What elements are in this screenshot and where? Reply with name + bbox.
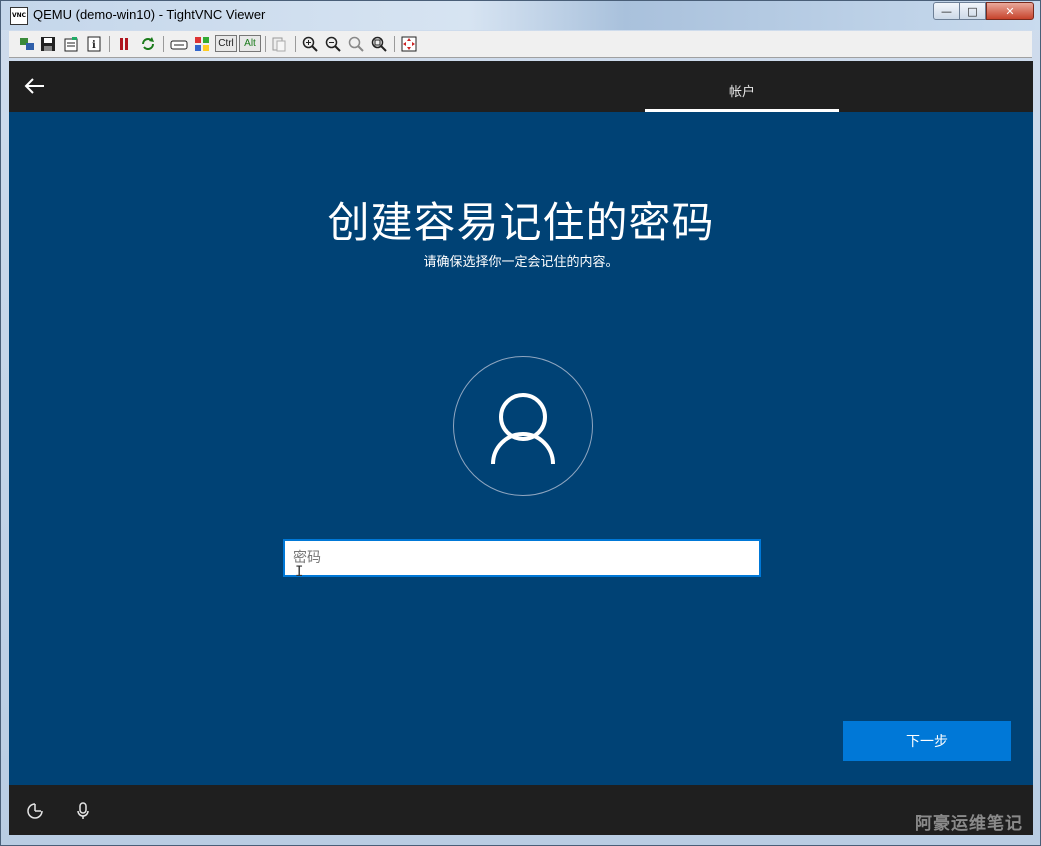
zoom-out-icon[interactable] bbox=[324, 35, 342, 53]
vnc-window: VNC QEMU (demo-win10) - TightVNC Viewer … bbox=[0, 0, 1041, 846]
maximize-button[interactable]: □ bbox=[959, 2, 986, 20]
pause-icon[interactable] bbox=[115, 35, 133, 53]
send-ctrl-esc-icon[interactable] bbox=[193, 35, 211, 53]
oobe-top-bar: 帐户 bbox=[9, 61, 1033, 112]
oobe-bottom-bar: 阿豪运维笔记 bbox=[9, 785, 1033, 835]
user-icon bbox=[491, 393, 555, 465]
minimize-button[interactable]: — bbox=[933, 2, 960, 20]
send-ctrl-alt-del-icon[interactable] bbox=[170, 35, 188, 53]
ease-of-access-icon[interactable] bbox=[25, 801, 45, 821]
password-field[interactable] bbox=[283, 539, 761, 577]
svg-text:i: i bbox=[92, 40, 96, 51]
vnc-toolbar: i Ctrl Alt bbox=[9, 31, 1032, 58]
close-button[interactable]: ✕ bbox=[986, 2, 1034, 20]
window-title: QEMU (demo-win10) - TightVNC Viewer bbox=[33, 7, 266, 22]
zoom-in-icon[interactable] bbox=[301, 35, 319, 53]
zoom-fit-icon[interactable] bbox=[370, 35, 388, 53]
info-icon[interactable]: i bbox=[85, 35, 103, 53]
remote-screen[interactable]: 帐户 创建容易记住的密码 请确保选择你一定会记住的内容。 I 下一步 阿豪运维笔… bbox=[9, 61, 1033, 835]
watermark-text: 阿豪运维笔记 bbox=[915, 814, 1023, 834]
text-cursor-icon: I bbox=[295, 564, 304, 580]
page-title: 创建容易记住的密码 bbox=[327, 198, 715, 247]
back-arrow-icon[interactable] bbox=[24, 77, 46, 95]
page-subtitle: 请确保选择你一定会记住的内容。 bbox=[423, 255, 619, 270]
options-icon[interactable] bbox=[62, 35, 80, 53]
tab-account: 帐户 bbox=[645, 61, 839, 112]
fullscreen-icon[interactable] bbox=[400, 35, 418, 53]
next-button[interactable]: 下一步 bbox=[843, 721, 1011, 761]
zoom-100-icon[interactable] bbox=[347, 35, 365, 53]
new-connection-icon[interactable] bbox=[18, 35, 36, 53]
tab-active-indicator bbox=[645, 109, 839, 112]
refresh-icon[interactable] bbox=[139, 35, 157, 53]
user-avatar bbox=[453, 356, 593, 496]
clipboard-icon[interactable] bbox=[270, 35, 288, 53]
title-bar[interactable]: VNC QEMU (demo-win10) - TightVNC Viewer … bbox=[1, 1, 1040, 30]
microphone-icon[interactable] bbox=[73, 801, 93, 821]
tightvnc-app-icon[interactable]: VNC bbox=[10, 7, 28, 25]
alt-toggle[interactable]: Alt bbox=[239, 35, 261, 52]
ctrl-toggle[interactable]: Ctrl bbox=[215, 35, 237, 52]
tab-account-label: 帐户 bbox=[728, 85, 755, 100]
save-icon[interactable] bbox=[39, 35, 57, 53]
